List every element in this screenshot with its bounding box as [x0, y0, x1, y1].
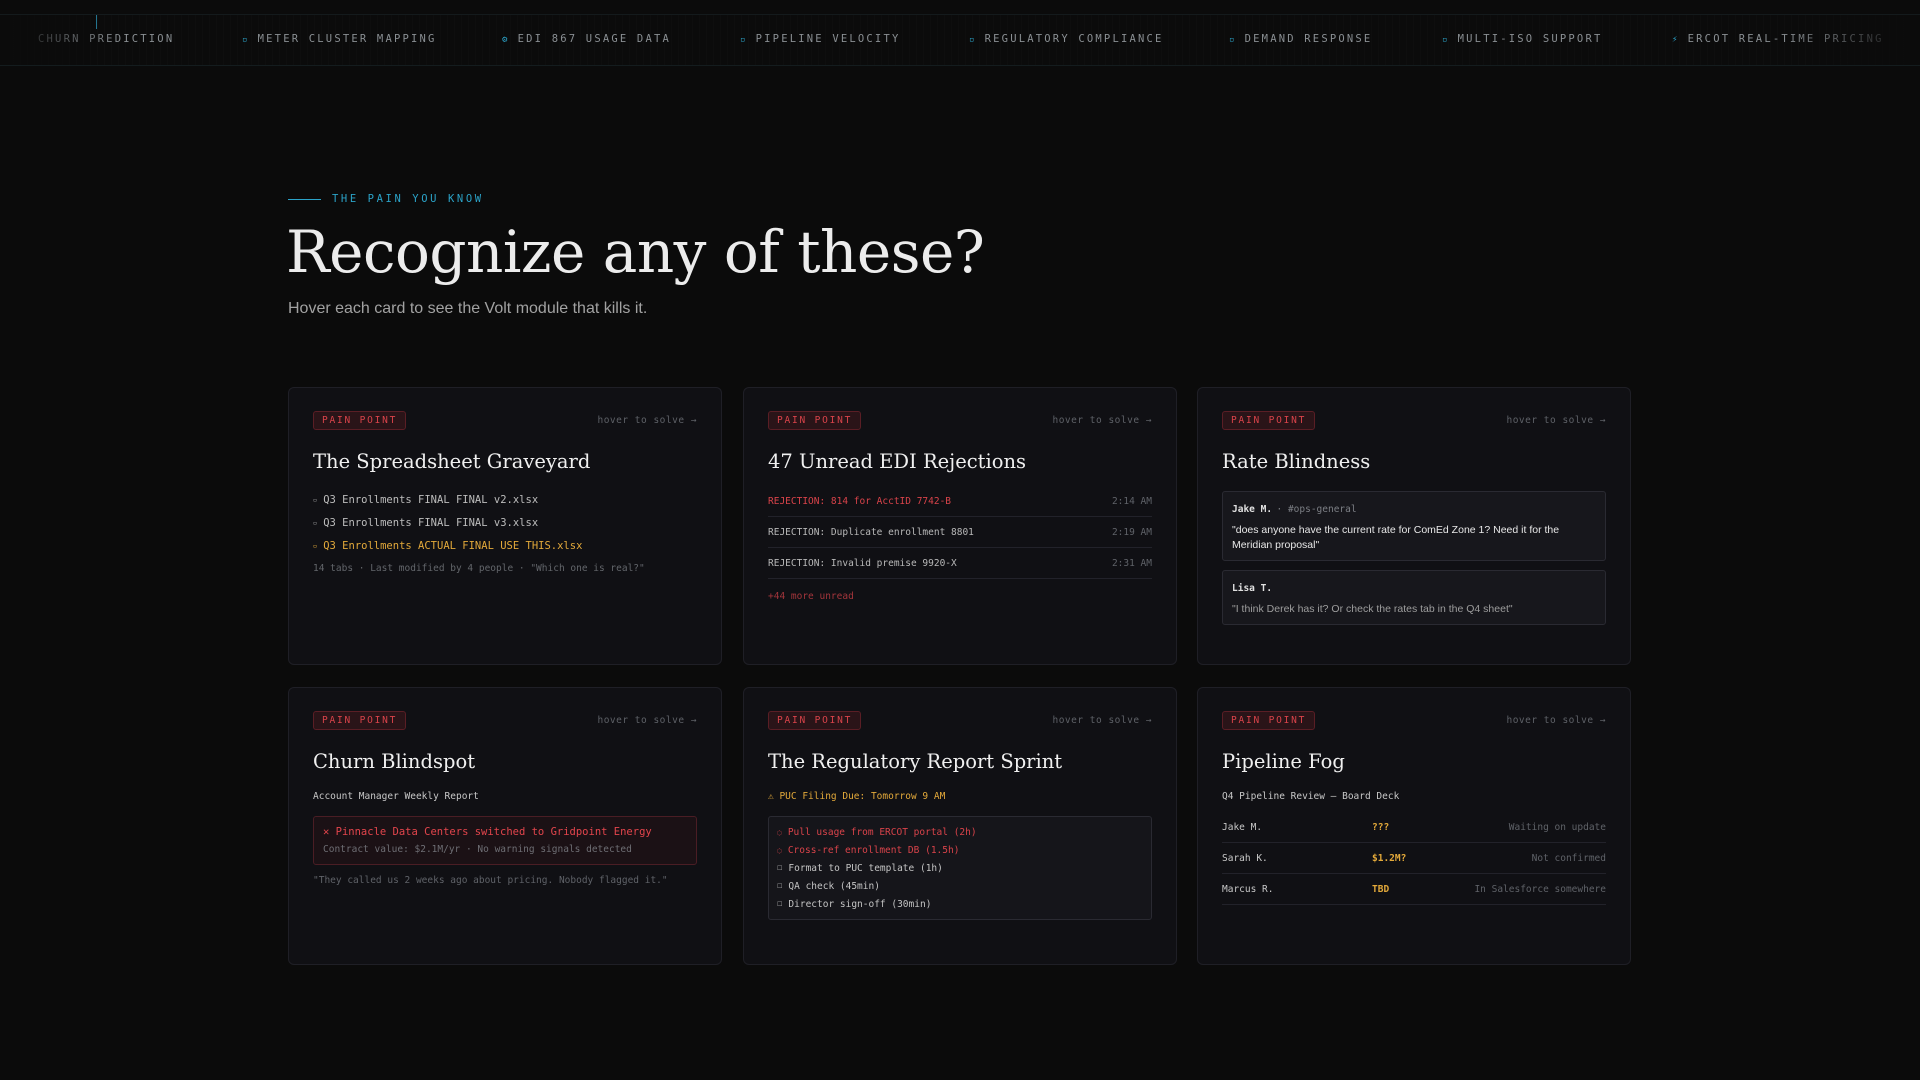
pain-card-pipeline[interactable]: PAIN POINT hover to solve → Pipeline Fog… — [1197, 687, 1631, 965]
pain-card-edi[interactable]: PAIN POINT hover to solve → 47 Unread ED… — [743, 387, 1177, 665]
section-eyebrow: THE PAIN YOU KNOW — [288, 193, 484, 205]
file-item: ▫ Q3 Enrollments FINAL FINAL v3.xlsx — [313, 516, 539, 529]
report-label: Account Manager Weekly Report — [313, 791, 479, 802]
grid-icon: ▫ — [969, 35, 977, 45]
hover-hint: hover to solve → — [597, 415, 697, 426]
ticker-item-edi: ⚙ EDI 867 USAGE DATA — [502, 33, 672, 45]
pain-point-badge: PAIN POINT — [313, 711, 407, 730]
pain-card-churn[interactable]: PAIN POINT hover to solve → Churn Blinds… — [288, 687, 722, 965]
message-author: Lisa T. — [1232, 583, 1273, 594]
pain-point-badge: PAIN POINT — [1222, 711, 1316, 730]
ticker-item-multi-iso: ▫ MULTI-ISO SUPPORT — [1442, 33, 1603, 45]
page-title: Recognize any of these? — [286, 218, 985, 286]
pain-point-badge: PAIN POINT — [768, 411, 862, 430]
pain-point-badge: PAIN POINT — [1222, 411, 1316, 430]
ticker-item-meter: ▫ METER CLUSTER MAPPING — [242, 33, 437, 45]
task-item: ☐ Director sign-off (30min) — [777, 898, 932, 910]
hover-hint: hover to solve → — [1506, 715, 1606, 726]
card-title: The Regulatory Report Sprint — [768, 750, 1063, 773]
card-title: Pipeline Fog — [1222, 750, 1345, 773]
checkbox-icon: ☐ — [777, 863, 783, 873]
pain-card-spreadsheet[interactable]: PAIN POINT hover to solve → The Spreadsh… — [288, 387, 722, 665]
churn-quote: "They called us 2 weeks ago about pricin… — [313, 875, 668, 886]
card-title: 47 Unread EDI Rejections — [768, 450, 1027, 473]
task-item: ☐ Format to PUC template (1h) — [777, 862, 943, 874]
file-icon: ▫ — [313, 518, 318, 527]
task-item: ◌ Pull usage from ERCOT portal (2h) — [777, 826, 977, 838]
grid-icon: ▫ — [1442, 35, 1450, 45]
hover-hint: hover to solve → — [1052, 415, 1152, 426]
grid-icon: ▫ — [242, 35, 250, 45]
checkbox-icon: ☐ — [777, 899, 783, 909]
message-text: "I think Derek has it? Or check the rate… — [1232, 603, 1513, 615]
churn-alert-text: ✕ Pinnacle Data Centers switched to Grid… — [323, 826, 652, 838]
rejection-row: REJECTION: 814 for AcctID 7742-B 2:14 AM — [768, 486, 1152, 517]
file-icon: ▫ — [313, 541, 318, 550]
checkbox-icon: ☐ — [777, 881, 783, 891]
task-list: ◌ Pull usage from ERCOT portal (2h) ◌ Cros… — [768, 816, 1152, 920]
pipeline-row: Marcus R. TBD In Salesforce somewhere — [1222, 874, 1606, 905]
ticker-fade-right — [1780, 15, 1920, 65]
hover-hint: hover to solve → — [1506, 415, 1606, 426]
file-item-highlighted: ▫ Q3 Enrollments ACTUAL FINAL USE THIS.xl… — [313, 539, 583, 552]
ticker-item-demand: ▫ DEMAND RESPONSE — [1229, 33, 1373, 45]
more-unread-count: +44 more unread — [768, 591, 854, 602]
eyebrow-line — [288, 198, 321, 200]
file-meta-note: 14 tabs · Last modified by 4 people · "W… — [313, 563, 645, 574]
card-title: Churn Blindspot — [313, 750, 476, 773]
ticker-item-regulatory: ▫ REGULATORY COMPLIANCE — [969, 33, 1164, 45]
pipeline-row: Sarah K. $1.2M? Not confirmed — [1222, 843, 1606, 874]
card-title: The Spreadsheet Graveyard — [313, 450, 591, 473]
pain-card-regulatory[interactable]: PAIN POINT hover to solve → The Regulato… — [743, 687, 1177, 965]
churn-alert: ✕ Pinnacle Data Centers switched to Grid… — [313, 816, 697, 865]
rejection-row: REJECTION: Invalid premise 9920-X 2:31 AM — [768, 548, 1152, 579]
pipeline-report-label: Q4 Pipeline Review — Board Deck — [1222, 791, 1400, 802]
file-item: ▫ Q3 Enrollments FINAL FINAL v2.xlsx — [313, 493, 539, 506]
task-item: ◌ Cross-ref enrollment DB (1.5h) — [777, 844, 960, 856]
eyebrow-text: THE PAIN YOU KNOW — [332, 193, 484, 205]
bolt-icon: ⚡ — [1672, 35, 1680, 45]
clock-icon: ◌ — [777, 845, 782, 855]
gear-icon: ⚙ — [502, 35, 510, 45]
pain-card-rate[interactable]: PAIN POINT hover to solve → Rate Blindne… — [1197, 387, 1631, 665]
message-text: "does anyone have the current rate for C… — [1232, 524, 1560, 551]
hover-hint: hover to solve → — [597, 715, 697, 726]
ticker-fade-left — [0, 15, 120, 65]
filing-due-warning: ⚠ PUC Filing Due: Tomorrow 9 AM — [768, 791, 946, 802]
chat-message: Jake M. · #ops-general "does anyone have… — [1222, 491, 1606, 561]
pain-point-badge: PAIN POINT — [313, 411, 407, 430]
feature-ticker: CHURN PREDICTION ▫METER CLUSTER MAPPING … — [0, 14, 1920, 66]
ticker-item-pipeline: ▫ PIPELINE VELOCITY — [740, 33, 901, 45]
pipeline-row: Jake M.??? Waiting on update — [1222, 812, 1606, 843]
page-subtitle: Hover each card to see the Volt module t… — [288, 300, 648, 317]
hover-hint: hover to solve → — [1052, 715, 1152, 726]
chat-message: Lisa T. "I think Derek has it? Or check … — [1222, 570, 1606, 625]
card-title: Rate Blindness — [1222, 450, 1371, 473]
grid-icon: ▫ — [1229, 35, 1237, 45]
clock-icon: ◌ — [777, 827, 782, 837]
pain-point-badge: PAIN POINT — [768, 711, 862, 730]
message-channel: · #ops-general — [1276, 504, 1357, 515]
message-author: Jake M. — [1232, 504, 1273, 515]
grid-icon: ▫ — [740, 35, 748, 45]
file-icon: ▫ — [313, 495, 318, 504]
rejection-row: REJECTION: Duplicate enrollment 8801 2:19… — [768, 517, 1152, 548]
task-item: ☐ QA check (45min) — [777, 880, 880, 892]
churn-alert-detail: Contract value: $2.1M/yr · No warning si… — [323, 844, 632, 855]
